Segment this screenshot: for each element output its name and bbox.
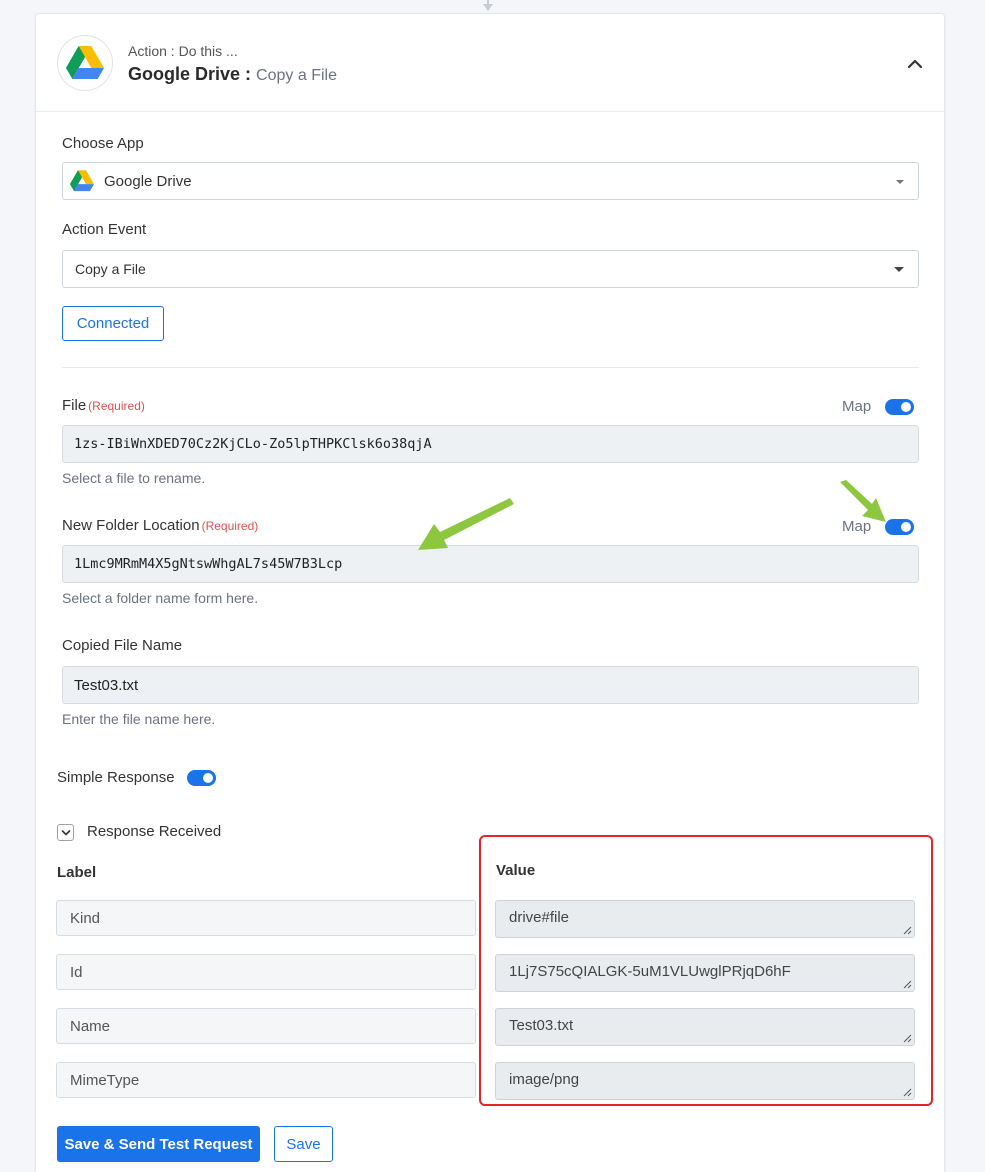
file-label: File (Required): [62, 397, 145, 414]
response-row-label: MimeType: [56, 1062, 476, 1098]
folder-label: New Folder Location (Required): [62, 517, 258, 534]
file-input[interactable]: 1zs-IBiWnXDED70Cz2KjCLo-Zo5lpTHPKClsk6o3…: [62, 425, 919, 463]
action-event-select[interactable]: Copy a File: [62, 250, 919, 288]
chevron-down-icon: [61, 829, 70, 835]
action-event-label: Action Event: [62, 221, 147, 238]
save-send-test-button[interactable]: Save & Send Test Request: [57, 1126, 260, 1162]
action-subtitle: Action : Do this ...: [128, 43, 238, 59]
response-row-value-text: image/png: [509, 1071, 580, 1088]
response-row-value[interactable]: 1Lj7S75cQIALGK-5uM1VLUwglPRjqD6hF: [495, 954, 915, 992]
action-card: Action : Do this ... Google Drive : Copy…: [35, 13, 945, 1172]
resize-handle-icon[interactable]: [902, 1033, 912, 1043]
response-collapse-toggle[interactable]: [57, 824, 74, 841]
action-title: Google Drive : Copy a File: [128, 64, 337, 85]
response-row-value-text: drive#file: [509, 909, 570, 926]
response-row-label: Kind: [56, 900, 476, 936]
flow-connector-arrow-icon: [483, 4, 493, 11]
response-row-value[interactable]: drive#file: [495, 900, 915, 938]
response-row-value-text: Test03.txt: [509, 1017, 574, 1034]
copied-name-input[interactable]: Test03.txt: [62, 666, 919, 704]
chevron-up-icon[interactable]: [905, 54, 925, 74]
simple-response-toggle[interactable]: [187, 770, 216, 786]
folder-label-text: New Folder Location: [62, 517, 200, 534]
response-label-header: Label: [57, 864, 97, 881]
action-event-value: Copy a File: [75, 261, 146, 277]
response-row-value[interactable]: image/png: [495, 1062, 915, 1100]
choose-app-label: Choose App: [62, 135, 144, 152]
folder-input[interactable]: 1Lmc9MRmM4X5gNtswWhgAL7s45W7B3Lcp: [62, 545, 919, 583]
response-row-label: Name: [56, 1008, 476, 1044]
copied-name-help-text: Enter the file name here.: [62, 711, 216, 727]
section-divider: [62, 367, 919, 368]
dropdown-caret-icon: [894, 267, 904, 272]
folder-map-toggle[interactable]: [885, 519, 914, 535]
connected-button[interactable]: Connected: [62, 306, 164, 341]
resize-handle-icon[interactable]: [902, 925, 912, 935]
save-button[interactable]: Save: [274, 1126, 333, 1162]
copied-name-label: Copied File Name: [62, 637, 183, 654]
response-value-header: Value: [496, 862, 536, 879]
action-card-header[interactable]: Action : Do this ... Google Drive : Copy…: [36, 14, 944, 112]
google-drive-icon: [70, 170, 94, 192]
file-required-tag: (Required): [88, 399, 145, 413]
dropdown-caret-icon: [896, 180, 904, 184]
folder-required-tag: (Required): [201, 519, 259, 533]
file-help-text: Select a file to rename.: [62, 470, 206, 486]
folder-map-label: Map: [842, 518, 872, 535]
response-row-value-text: 1Lj7S75cQIALGK-5uM1VLUwglPRjqD6hF: [509, 963, 791, 980]
folder-help-text: Select a folder name form here.: [62, 590, 259, 606]
file-label-text: File: [62, 397, 87, 414]
resize-handle-icon[interactable]: [902, 1087, 912, 1097]
response-row-value[interactable]: Test03.txt: [495, 1008, 915, 1046]
action-event-name: Copy a File: [256, 67, 337, 84]
resize-handle-icon[interactable]: [902, 979, 912, 989]
choose-app-select[interactable]: Google Drive: [62, 162, 919, 200]
google-drive-logo-icon: [57, 35, 113, 91]
response-row-label: Id: [56, 954, 476, 990]
file-map-label: Map: [842, 398, 872, 415]
simple-response-label: Simple Response: [57, 769, 175, 786]
action-app-name: Google Drive :: [128, 64, 252, 84]
file-map-toggle[interactable]: [885, 399, 914, 415]
choose-app-value: Google Drive: [104, 172, 192, 190]
response-received-title: Response Received: [87, 823, 222, 840]
